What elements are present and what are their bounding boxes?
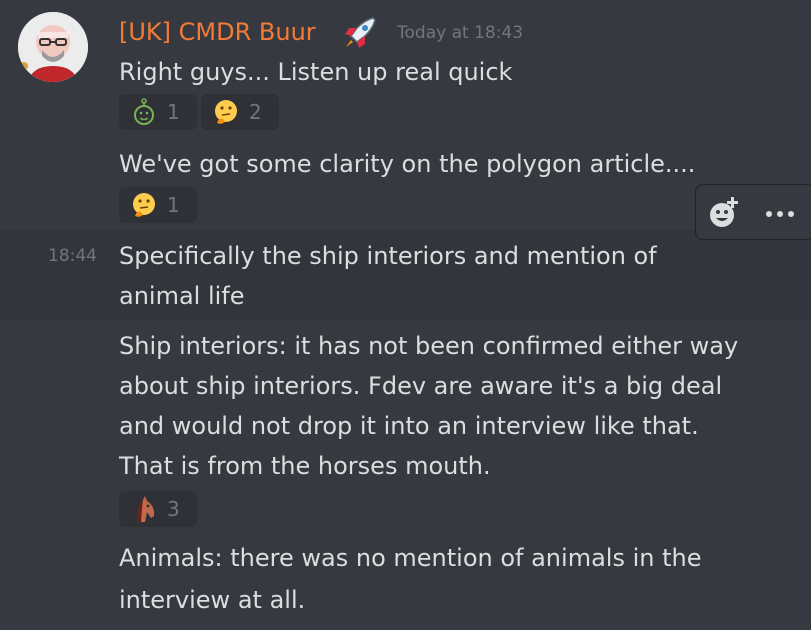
author-name[interactable]: [UK] CMDR Buur bbox=[119, 14, 316, 50]
message-text: Right guys... Listen up real quick bbox=[119, 58, 513, 86]
thinking-face-icon bbox=[211, 97, 241, 127]
reaction-alien[interactable]: 1 bbox=[119, 94, 197, 130]
reaction-horse[interactable]: 3 bbox=[119, 491, 197, 527]
message-text: We've got some clarity on the polygon ar… bbox=[119, 150, 696, 178]
horse-face-icon bbox=[129, 494, 159, 524]
reaction-count: 2 bbox=[249, 100, 262, 124]
reaction-count: 1 bbox=[167, 100, 180, 124]
message-text-line: That is from the horses mouth. bbox=[119, 452, 491, 480]
reaction-thinking[interactable]: 1 bbox=[119, 187, 197, 223]
more-options-icon[interactable] bbox=[760, 193, 800, 233]
message-text-line: about ship interiors. Fdev are aware it'… bbox=[119, 372, 723, 400]
alien-face-icon bbox=[129, 97, 159, 127]
reaction-thinking[interactable]: 2 bbox=[201, 94, 279, 130]
reaction-count: 3 bbox=[167, 497, 180, 521]
reaction-count: 1 bbox=[167, 193, 180, 217]
chat-message-area: [UK] CMDR Buur Today at 18:43 Right guys… bbox=[0, 0, 811, 630]
message-text-line: Ship interiors: it has not been confirme… bbox=[119, 332, 739, 360]
message-text-line: animal life bbox=[119, 282, 245, 310]
message-text-line: and would not drop it into an interview … bbox=[119, 412, 699, 440]
rocket-icon bbox=[343, 14, 381, 50]
message-text-line: interview at all. bbox=[119, 586, 306, 614]
message-text-line: Animals: there was no mention of animals… bbox=[119, 544, 702, 572]
message-hover-timestamp[interactable]: 18:44 bbox=[48, 244, 97, 268]
add-reaction-icon[interactable] bbox=[704, 193, 744, 233]
message-timestamp[interactable]: Today at 18:43 bbox=[397, 21, 523, 45]
message-action-toolbar bbox=[695, 184, 811, 240]
message-text-line: Specifically the ship interiors and ment… bbox=[119, 242, 657, 270]
avatar[interactable] bbox=[18, 12, 88, 82]
thinking-face-icon bbox=[129, 190, 159, 220]
